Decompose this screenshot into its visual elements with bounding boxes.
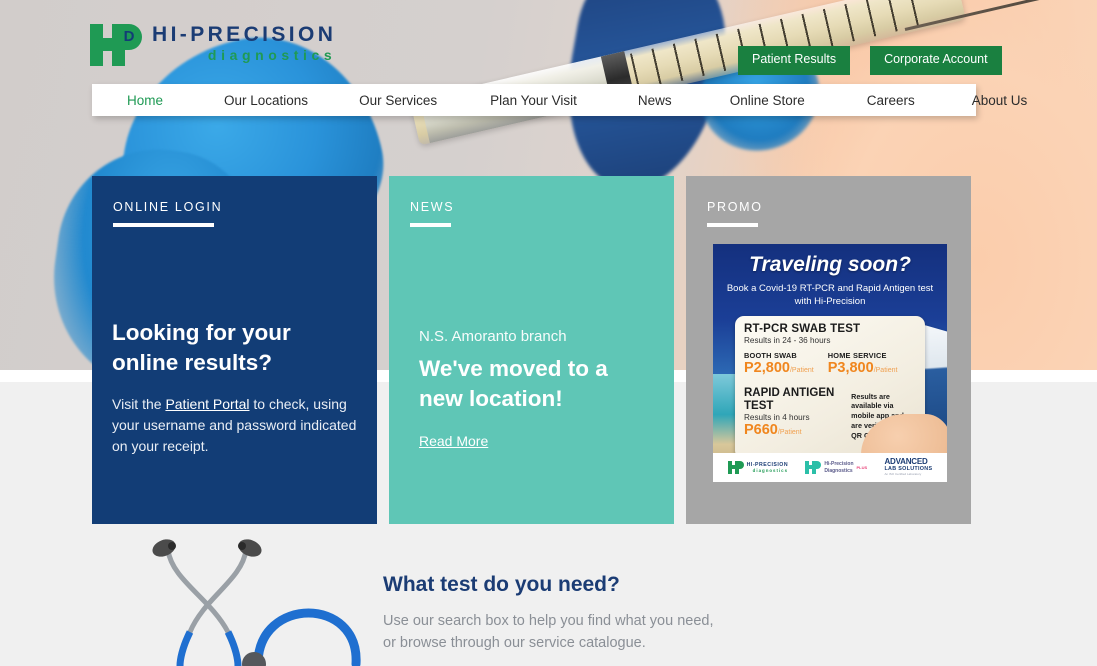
nav-item-plan-your-visit[interactable]: Plan Your Visit <box>480 93 587 108</box>
pcr-results-time: Results in 24 - 36 hours <box>744 336 831 345</box>
logo-subtitle: diagnostics <box>207 47 337 64</box>
antigen-price: P660 <box>744 422 778 439</box>
site-logo[interactable]: D HI-PRECISION diagnostics <box>90 24 336 66</box>
booth-swab-label: BOOTH SWAB <box>744 351 797 360</box>
panel-rule <box>410 223 451 227</box>
search-prompt-section: What test do you need? Use our search bo… <box>383 573 713 655</box>
panel-label-online-login: ONLINE LOGIN <box>113 200 223 214</box>
feature-panels: ONLINE LOGIN Looking for your online res… <box>92 176 971 524</box>
page-root: D HI-PRECISION diagnostics Patient Resul… <box>0 0 1097 666</box>
poster-logo-advanced-lab: ADVANCED LAB SOLUTIONS An ISO Certified … <box>884 458 932 476</box>
panel-promo: PROMO Traveling soon? Book a Covid-19 RT… <box>686 176 971 524</box>
nav-item-careers[interactable]: Careers <box>857 93 925 108</box>
panel-label-promo: PROMO <box>707 200 763 214</box>
antigen-results-time: Results in 4 hours <box>744 413 810 423</box>
poster-logo1-subtitle: diagnostics <box>752 468 789 474</box>
nav-item-news[interactable]: News <box>628 93 682 108</box>
panel-rule <box>113 223 214 227</box>
panel-rule <box>707 223 758 227</box>
poster-logo-hi-precision-plus: Hi-Precision Diagnostics PLUS <box>805 461 867 474</box>
login-body-text: Visit the Patient Portal to check, using… <box>112 394 362 457</box>
nav-item-online-store[interactable]: Online Store <box>720 93 815 108</box>
poster-logo2-badge: PLUS <box>856 465 868 470</box>
poster-subtitle: Book a Covid-19 RT-PCR and Rapid Antigen… <box>726 283 934 308</box>
corporate-account-button[interactable]: Corporate Account <box>870 46 1002 75</box>
stethoscope-image <box>150 536 370 666</box>
antigen-unit: /Patient <box>777 429 802 437</box>
poster-logo2-subtitle: Diagnostics <box>824 467 853 474</box>
logo-title: HI-PRECISION <box>152 23 337 47</box>
login-body-before: Visit the <box>112 396 166 412</box>
promo-poster-image[interactable]: Traveling soon? Book a Covid-19 RT-PCR a… <box>713 244 947 482</box>
booth-swab-price: P2,800 <box>744 360 790 376</box>
poster-logo3-line3: An ISO Certified Laboratory <box>884 472 922 477</box>
logo-mark-letter: D <box>123 28 135 45</box>
nav-item-our-locations[interactable]: Our Locations <box>214 93 318 108</box>
poster-logo2-title: Hi-Precision <box>824 461 854 468</box>
pcr-heading: RT-PCR SWAB TEST <box>744 323 861 335</box>
panel-news: NEWS N.S. Amoranto branch We've moved to… <box>389 176 674 524</box>
read-more-link[interactable]: Read More <box>419 433 488 449</box>
home-service-unit: /Patient <box>873 367 898 374</box>
booth-swab-unit: /Patient <box>789 367 814 374</box>
hp-logo-mark-icon <box>727 461 744 474</box>
home-service-price: P3,800 <box>827 360 874 376</box>
nav-item-about-us[interactable]: About Us <box>962 93 1038 108</box>
hp-logo-mark-icon: D <box>90 24 142 66</box>
poster-title: Traveling soon? <box>749 253 911 276</box>
panel-label-news: NEWS <box>410 200 455 214</box>
hp-plus-logo-mark-icon <box>805 461 822 474</box>
header-action-buttons: Patient Results Corporate Account <box>738 46 1002 75</box>
nav-item-home[interactable]: Home <box>117 93 173 108</box>
poster-partner-logos: HI-PRECISION diagnostics Hi-Precision Di… <box>713 453 947 482</box>
main-navigation: Home Our Locations Our Services Plan You… <box>92 84 1027 116</box>
login-heading: Looking for your online results? <box>112 320 291 375</box>
antigen-heading: RAPID ANTIGEN TEST <box>744 386 835 412</box>
search-prompt-line1: Use our search box to help you find what… <box>383 613 714 629</box>
news-heading: We've moved to a new location! <box>419 356 608 411</box>
patient-results-button[interactable]: Patient Results <box>738 46 851 75</box>
home-service-label: HOME SERVICE <box>827 351 887 360</box>
poster-logo-hi-precision: HI-PRECISION diagnostics <box>727 461 789 474</box>
panel-online-login: ONLINE LOGIN Looking for your online res… <box>92 176 377 524</box>
search-prompt-heading: What test do you need? <box>383 573 620 596</box>
nav-item-our-services[interactable]: Our Services <box>349 93 447 108</box>
news-kicker: N.S. Amoranto branch <box>419 328 567 345</box>
search-prompt-body: Use our search box to help you find what… <box>383 610 713 655</box>
search-prompt-line2: or browse through our service catalogue. <box>383 635 646 652</box>
patient-portal-link[interactable]: Patient Portal <box>165 396 249 412</box>
